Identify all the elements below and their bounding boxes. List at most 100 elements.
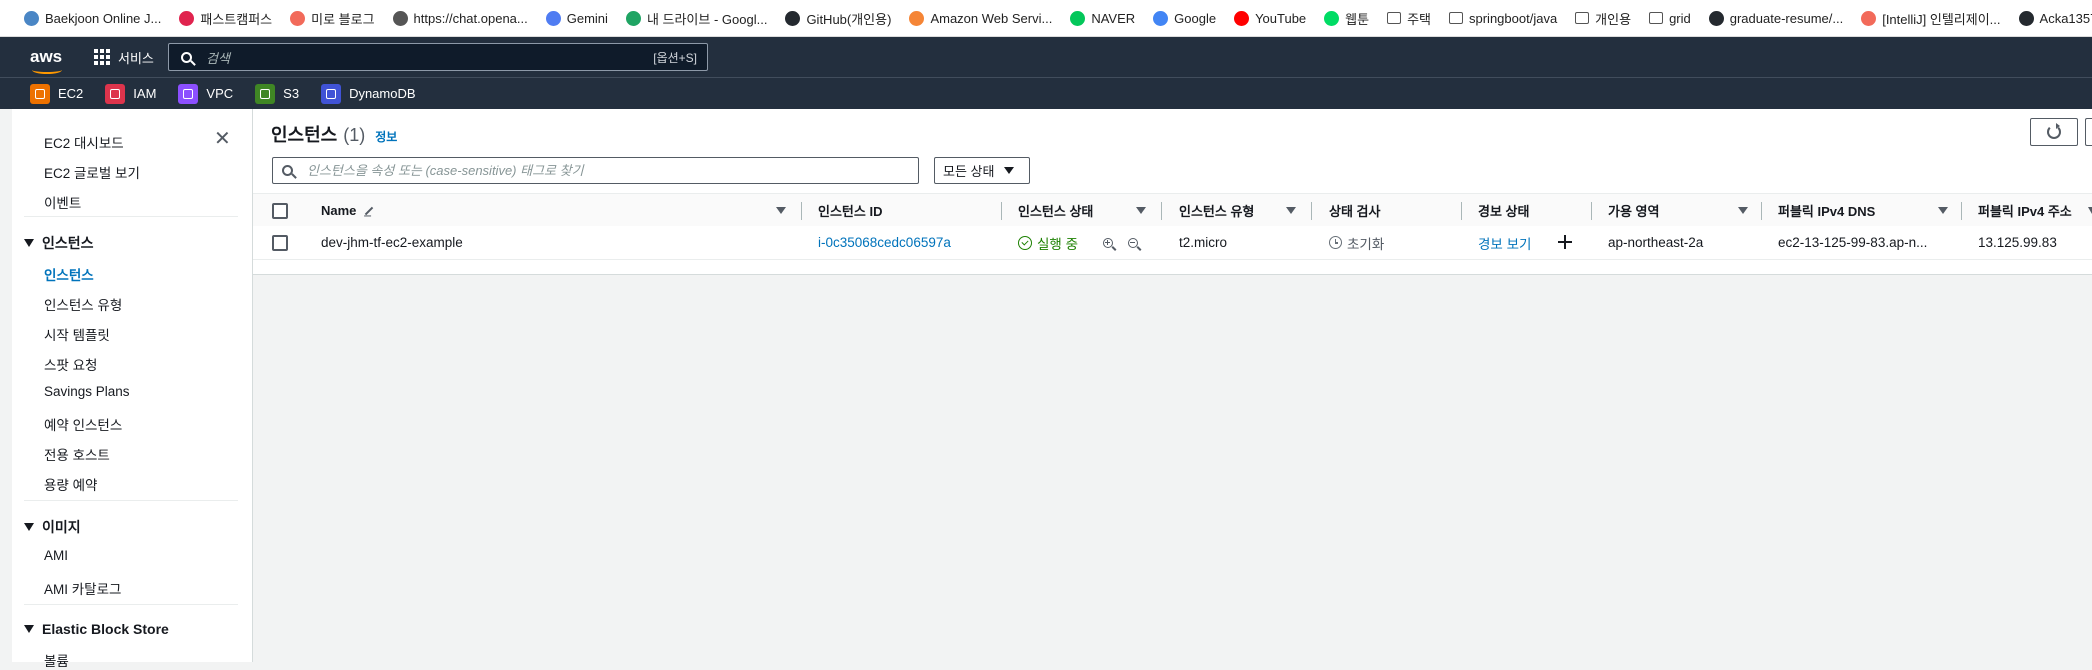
column-header-instance-state[interactable]: 인스턴스 상태	[1018, 194, 1093, 227]
column-divider[interactable]	[1001, 202, 1002, 220]
services-menu-button[interactable]: 서비스	[94, 48, 154, 67]
sidebar-item-ec2-dashboard[interactable]: EC2 대시보드	[44, 132, 124, 152]
cell-name: dev-jhm-tf-ec2-example	[321, 235, 463, 250]
sort-icon[interactable]	[1738, 207, 1748, 214]
grid-icon	[94, 49, 110, 65]
column-divider[interactable]	[1961, 202, 1962, 220]
sidebar-item-dedicated-hosts[interactable]: 전용 호스트	[44, 444, 110, 464]
sidebar-item-reserved-instances[interactable]: 예약 인스턴스	[44, 414, 122, 434]
column-header-public-dns[interactable]: 퍼블릭 IPv4 DNS	[1778, 194, 1875, 227]
column-divider[interactable]	[1761, 202, 1762, 220]
sidebar-item-volumes[interactable]: 볼륨	[44, 650, 69, 670]
blog-icon	[1861, 10, 1877, 26]
bookmark-item[interactable]: GitHub(개인용)	[785, 9, 891, 28]
column-header-alarm-status[interactable]: 경보 상태	[1478, 194, 1529, 227]
state-filter-dropdown[interactable]: 모든 상태	[934, 157, 1030, 184]
sidebar-section-images[interactable]: 이미지	[24, 517, 81, 537]
bookmark-item[interactable]: YouTube	[1234, 10, 1306, 26]
row-checkbox[interactable]	[272, 235, 288, 251]
bookmark-label: NAVER	[1091, 10, 1136, 26]
sidebar-item-ec2-global-view[interactable]: EC2 글로벌 보기	[44, 162, 140, 182]
column-divider[interactable]	[1461, 202, 1462, 220]
sidebar-item-events[interactable]: 이벤트	[44, 192, 81, 212]
view-alarms-link[interactable]: 경보 보기	[1478, 226, 1531, 259]
column-divider[interactable]	[1591, 202, 1592, 220]
column-header-name[interactable]: Name	[321, 194, 374, 227]
sidebar-item-ami-catalog[interactable]: AMI 카탈로그	[44, 578, 121, 598]
zoom-out-button[interactable]	[1128, 226, 1138, 259]
column-divider[interactable]	[1161, 202, 1162, 220]
sidebar-item-savings-plans[interactable]: Savings Plans	[44, 384, 130, 399]
bookmark-item[interactable]: springboot/java	[1449, 11, 1557, 26]
sidebar-item-instances[interactable]: 인스턴스	[44, 264, 94, 284]
bookmark-item[interactable]: 개인용	[1575, 9, 1631, 28]
close-icon[interactable]: ✕	[214, 129, 231, 149]
sort-icon[interactable]	[2088, 207, 2092, 214]
favorite-dynamodb[interactable]: DynamoDB	[321, 83, 416, 104]
cell-availability-zone: ap-northeast-2a	[1608, 235, 1704, 250]
sidebar-item-ami[interactable]: AMI	[44, 548, 68, 563]
sidebar-section-ebs[interactable]: Elastic Block Store	[24, 621, 169, 637]
aws-logo[interactable]: aws	[30, 48, 70, 74]
filter-text-field[interactable]	[305, 162, 899, 179]
zoom-in-button[interactable]	[1103, 226, 1113, 259]
page-title: 인스턴스	[271, 125, 338, 145]
favorite-label: S3	[283, 86, 300, 101]
bookmark-item[interactable]: Google	[1153, 10, 1216, 26]
bookmark-item[interactable]: 웹툰	[1324, 9, 1369, 28]
cell-instance-state: 실행 중	[1018, 226, 1078, 259]
favorite-ec2[interactable]: EC2	[30, 83, 83, 104]
column-header-availability-zone[interactable]: 가용 영역	[1608, 194, 1659, 227]
google-icon	[1153, 10, 1169, 26]
bookmark-item[interactable]: https://chat.opena...	[392, 10, 528, 26]
connect-button[interactable]	[2085, 118, 2092, 146]
bookmark-item[interactable]: NAVER	[1070, 10, 1136, 26]
sidebar-item-instance-types[interactable]: 인스턴스 유형	[44, 294, 122, 314]
bookmark-item[interactable]: Acka1357/codingt...	[2018, 10, 2092, 26]
sort-icon[interactable]	[1938, 207, 1948, 214]
section-title: 이미지	[42, 519, 81, 535]
zoom-out-icon	[1128, 237, 1138, 248]
info-link[interactable]: 정보	[375, 128, 397, 145]
cell-instance-type: t2.micro	[1179, 235, 1228, 250]
add-alarm-icon[interactable]	[1558, 235, 1572, 249]
bookmark-item[interactable]: Baekjoon Online J...	[24, 10, 161, 26]
column-divider[interactable]	[801, 202, 802, 220]
sidebar-section-instances[interactable]: 인스턴스	[24, 233, 94, 253]
instance-filter-input[interactable]	[272, 157, 919, 184]
bookmark-item[interactable]: 미로 블로그	[290, 9, 375, 28]
column-header-instance-type[interactable]: 인스턴스 유형	[1179, 194, 1254, 227]
select-all-checkbox[interactable]	[272, 203, 288, 219]
bookmark-item[interactable]: Gemini	[545, 10, 608, 26]
bookmark-item[interactable]: graduate-resume/...	[1708, 10, 1843, 26]
global-search-input[interactable]: 검색 [옵션+S]	[168, 43, 708, 71]
column-header-status-check[interactable]: 상태 검사	[1329, 194, 1380, 227]
column-header-instance-id[interactable]: 인스턴스 ID	[818, 194, 882, 227]
bookmark-item[interactable]: [IntelliJ] 인텔리제이...	[1861, 9, 2001, 28]
column-divider[interactable]	[1311, 202, 1312, 220]
folder-icon	[1449, 12, 1463, 24]
favorite-iam[interactable]: IAM	[105, 83, 156, 104]
github-icon	[785, 10, 801, 26]
vpc-icon	[178, 83, 199, 104]
favorite-s3[interactable]: S3	[255, 83, 300, 104]
section-title: 인스턴스	[42, 235, 94, 251]
bookmark-item[interactable]: 패스트캠퍼스	[179, 9, 272, 28]
column-header-public-ip[interactable]: 퍼블릭 IPv4 주소	[1978, 194, 2072, 227]
sidebar-item-launch-templates[interactable]: 시작 템플릿	[44, 324, 110, 344]
favorite-label: VPC	[206, 86, 234, 101]
bookmark-item[interactable]: Amazon Web Servi...	[909, 10, 1052, 26]
bookmark-item[interactable]: grid	[1649, 11, 1691, 26]
sort-icon[interactable]	[776, 207, 786, 214]
bookmark-item[interactable]: 내 드라이브 - Googl...	[625, 9, 767, 28]
sort-icon[interactable]	[1136, 207, 1146, 214]
refresh-button[interactable]	[2030, 118, 2078, 146]
bookmark-item[interactable]: 주택	[1387, 9, 1431, 28]
sidebar-item-capacity-reservations[interactable]: 용량 예약	[44, 474, 97, 494]
sort-icon[interactable]	[1286, 207, 1296, 214]
cell-instance-id-link[interactable]: i-0c35068cedc06597a	[818, 226, 951, 259]
iam-icon	[105, 83, 126, 104]
favorite-vpc[interactable]: VPC	[178, 83, 234, 104]
table-row[interactable]: dev-jhm-tf-ec2-example i-0c35068cedc0659…	[253, 226, 2092, 260]
sidebar-item-spot-requests[interactable]: 스팟 요청	[44, 354, 97, 374]
